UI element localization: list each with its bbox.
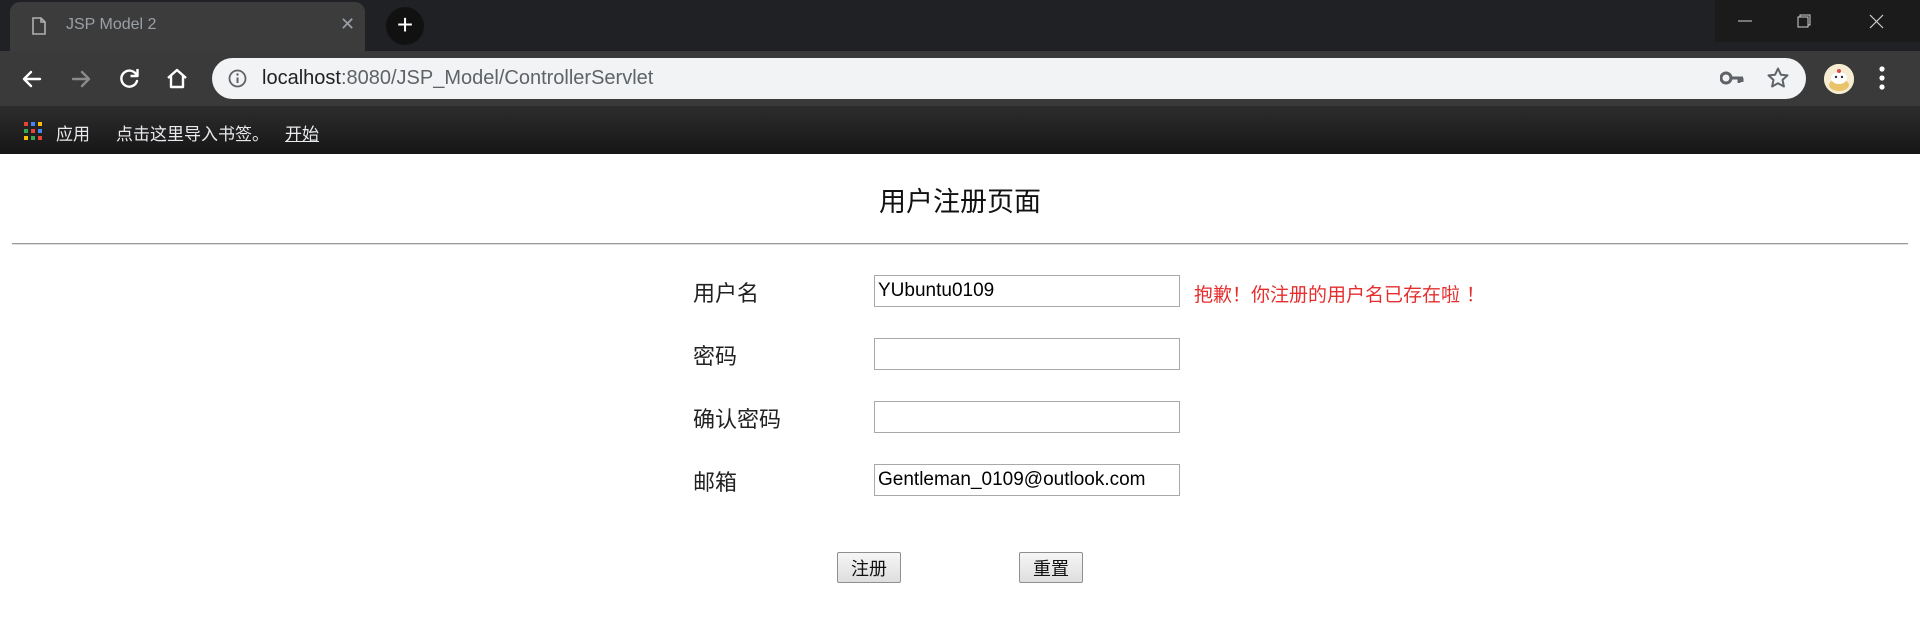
confirm-password-input[interactable]	[874, 401, 1180, 433]
browser-toolbar: localhost:8080/JSP_Model/ControllerServl…	[0, 51, 1920, 106]
info-icon[interactable]	[228, 69, 247, 88]
register-button[interactable]: 注册	[837, 552, 901, 583]
reset-button[interactable]: 重置	[1019, 552, 1083, 583]
page-title-text: 用户注册页面	[879, 187, 1041, 218]
document-icon	[32, 17, 46, 35]
reload-icon[interactable]	[115, 65, 143, 93]
password-label: 密码	[693, 345, 738, 370]
restore-button[interactable]	[1774, 0, 1833, 42]
divider	[12, 243, 1908, 245]
apps-bookmark[interactable]: 应用	[56, 120, 90, 145]
address-bar[interactable]: localhost:8080/JSP_Model/ControllerServl…	[212, 58, 1806, 99]
confirm-password-label: 确认密码	[693, 408, 782, 433]
forward-arrow-icon[interactable]	[67, 65, 95, 93]
tab-title: JSP Model 2	[66, 16, 157, 33]
tab-strip: JSP Model 2 ✕ +	[0, 0, 1920, 51]
import-bookmarks-prompt: 点击这里导入书签。	[116, 125, 269, 145]
close-icon	[1869, 14, 1884, 29]
username-input[interactable]	[874, 275, 1180, 307]
profile-avatar[interactable]	[1824, 64, 1854, 94]
bookmarks-bar: 应用 点击这里导入书签。 开始	[0, 106, 1920, 154]
page-title: 用户注册页面	[0, 180, 1920, 219]
email-input[interactable]	[874, 464, 1180, 496]
more-menu-icon[interactable]	[1878, 65, 1886, 91]
bookmark-star-icon[interactable]	[1766, 66, 1790, 90]
email-label: 邮箱	[693, 471, 738, 496]
browser-tab[interactable]: JSP Model 2 ✕	[10, 2, 365, 51]
username-error-message: 抱歉！你注册的用户名已存在啦 ！	[1194, 284, 1486, 306]
minimize-button[interactable]	[1715, 0, 1774, 42]
avatar-image	[1824, 64, 1854, 94]
new-tab-button[interactable]: +	[386, 7, 424, 45]
close-window-button[interactable]	[1833, 0, 1920, 42]
back-arrow-icon[interactable]	[18, 65, 46, 93]
url-path: :8080/JSP_Model/ControllerServlet	[340, 67, 654, 89]
apps-grid-icon[interactable]	[24, 122, 42, 140]
url-host: localhost	[262, 67, 341, 89]
password-input[interactable]	[874, 338, 1180, 370]
minimize-icon	[1737, 20, 1752, 22]
url-text: localhost:8080/JSP_Model/ControllerServl…	[262, 67, 653, 90]
import-start-link[interactable]: 开始	[285, 120, 319, 145]
key-icon[interactable]	[1720, 70, 1744, 86]
restore-icon	[1797, 14, 1810, 28]
home-icon[interactable]	[163, 65, 191, 93]
username-label: 用户名	[693, 282, 760, 307]
tab-close-icon[interactable]: ✕	[340, 16, 355, 34]
